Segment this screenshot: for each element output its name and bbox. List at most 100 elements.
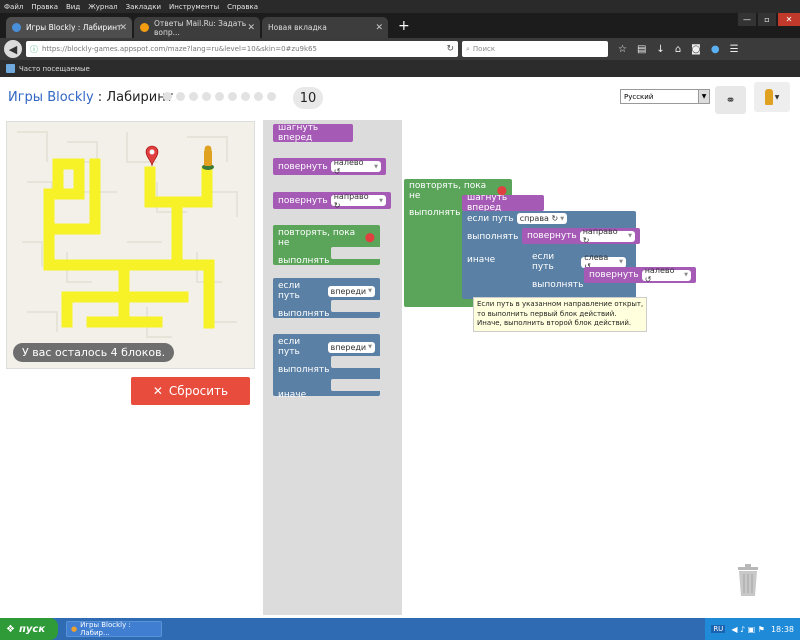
close-tab-icon[interactable]: ✕ — [119, 23, 127, 33]
page-title: Игры Blockly : Лабиринт — [8, 90, 173, 105]
search-input[interactable]: ⌕ Поиск — [462, 41, 608, 57]
language-value: Русский — [624, 92, 654, 101]
language-select[interactable]: Русский ▼ — [620, 89, 710, 104]
address-bar[interactable]: ⓘ https://blockly-games.appspot.com/maze… — [26, 41, 458, 57]
path-dropdown[interactable]: справа ↻ ▼ — [516, 213, 568, 224]
tab-title: Новая вкладка — [268, 23, 327, 32]
search-placeholder: Поиск — [472, 45, 496, 53]
tab-blockly[interactable]: Игры Blockly : Лабиринт ✕ — [6, 17, 132, 38]
goal-marker-icon: ⬤ — [364, 233, 375, 243]
maximize-icon[interactable]: ▫ — [758, 13, 776, 26]
tooltip-line: то выполнить первый блок действий. — [477, 309, 617, 318]
menu-item[interactable]: Справка — [227, 3, 258, 11]
path-dropdown[interactable]: слева ↺▼ — [581, 253, 626, 271]
toolbox-turn-left-block[interactable]: повернуть налево ↺ ▼ — [273, 158, 386, 176]
start-button[interactable]: ❖ пуск — [0, 618, 58, 640]
path-dropdown[interactable]: впереди ▼ — [327, 341, 375, 353]
star-icon[interactable]: ☆ — [618, 44, 627, 55]
tab-title: Ответы Mail.Ru: Задать вопр... — [154, 18, 247, 37]
block-do-label: выполнять — [467, 232, 519, 242]
menu-item[interactable]: Закладки — [126, 3, 161, 11]
reset-button[interactable]: ✕ Сбросить — [131, 377, 250, 405]
games-link[interactable]: Игры Blockly — [8, 90, 94, 105]
close-tab-icon[interactable]: ✕ — [247, 23, 255, 33]
close-tab-icon[interactable]: ✕ — [375, 23, 383, 33]
clock: 18:38 — [770, 624, 794, 634]
menu-item[interactable]: Инструменты — [169, 3, 219, 11]
program-turn-right-block[interactable]: повернуть направо ↻ ▼ — [522, 227, 640, 245]
level-dot[interactable] — [163, 92, 172, 101]
minimize-icon[interactable]: — — [738, 13, 756, 26]
menu-item[interactable]: Журнал — [88, 3, 117, 11]
toolbox-if-else-block[interactable]: если путь впереди ▼ выполнять иначе — [273, 334, 381, 400]
lock-icon: ⓘ — [30, 44, 38, 54]
toolbox-turn-right-block[interactable]: повернуть направо ↻ ▼ — [273, 192, 391, 210]
block-label: если путь — [532, 252, 555, 272]
direction-dropdown[interactable]: налево ↺ ▼ — [330, 158, 381, 176]
pegman-button[interactable]: ▼ — [754, 82, 790, 112]
current-level-badge[interactable]: 10 — [293, 87, 323, 109]
block-label: шагнуть вперед — [467, 193, 508, 213]
level-dot[interactable] — [267, 92, 276, 101]
chevron-down-icon: ▼ — [619, 259, 623, 265]
block-do-label: выполнять — [532, 280, 584, 290]
tab-bar: Игры Blockly : Лабиринт ✕ Ответы Mail.Ru… — [0, 13, 800, 38]
tab-mailru[interactable]: Ответы Mail.Ru: Задать вопр... ✕ — [134, 17, 260, 38]
menu-icon[interactable]: ☰ — [730, 44, 739, 55]
level-dot[interactable] — [241, 92, 250, 101]
trash-icon[interactable] — [736, 563, 760, 597]
new-tab-icon[interactable]: + — [390, 17, 418, 38]
link-button[interactable]: ⚭ — [715, 86, 746, 114]
download-icon[interactable]: ↓ — [656, 44, 664, 55]
chevron-down-icon: ▼ — [698, 90, 709, 103]
dropdown-value: впереди — [330, 286, 367, 296]
level-dot[interactable] — [176, 92, 185, 101]
program-move-forward-block[interactable]: шагнуть вперед — [462, 193, 544, 213]
menu-item[interactable]: Правка — [31, 3, 58, 11]
direction-dropdown[interactable]: направо ↻ ▼ — [330, 192, 386, 210]
block-label: если путь — [467, 213, 514, 224]
back-arrow-icon[interactable]: ◀ — [4, 40, 22, 58]
block-else-label: иначе — [278, 390, 307, 400]
firefox-icon: ● — [71, 625, 78, 633]
nav-bar: ◀ ⓘ https://blockly-games.appspot.com/ma… — [0, 38, 800, 60]
level-dot[interactable] — [228, 92, 237, 101]
blockly-workspace[interactable]: шагнуть вперед повернуть налево ↺ ▼ повер… — [263, 120, 759, 615]
workspace-margin — [760, 120, 800, 615]
program-turn-left-block[interactable]: повернуть налево ↺ ▼ — [584, 266, 696, 284]
menu-item[interactable]: Файл — [4, 3, 23, 11]
dropdown-value: направо ↻ — [582, 227, 618, 245]
dropdown-value: налево ↺ — [333, 157, 364, 176]
level-dot[interactable] — [254, 92, 263, 101]
taskbar-window-item[interactable]: ● Игры Blockly : Лабир... — [66, 621, 162, 637]
reload-icon[interactable]: ↻ — [446, 44, 454, 54]
toolbox-if-block[interactable]: если путь впереди ▼ выполнять — [273, 278, 381, 319]
mailru-favicon-icon — [140, 23, 149, 32]
direction-dropdown[interactable]: налево ↺ ▼ — [641, 266, 691, 284]
chevron-down-icon: ▼ — [368, 344, 372, 350]
pocket-icon[interactable]: ◙ — [691, 44, 701, 55]
chevron-down-icon: ▼ — [368, 288, 372, 294]
level-dot[interactable] — [189, 92, 198, 101]
toolbar-icons: ☆ ▤ ↓ ⌂ ◙ ● ☰ — [618, 44, 739, 55]
reading-list-icon[interactable]: ▤ — [637, 44, 646, 55]
sync-icon[interactable]: ● — [711, 44, 720, 55]
menu-bar: Файл Правка Вид Журнал Закладки Инструменты Сп… — [0, 0, 800, 13]
block-slot — [331, 247, 381, 259]
path-dropdown[interactable]: впереди ▼ — [327, 285, 375, 297]
level-dot[interactable] — [202, 92, 211, 101]
block-do-label: выполнять — [278, 256, 330, 266]
direction-dropdown[interactable]: направо ↻ ▼ — [579, 227, 635, 245]
menu-item[interactable]: Вид — [66, 3, 80, 11]
toolbox-repeat-until-block[interactable]: повторять, пока не ⬤ выполнять — [273, 225, 381, 266]
window-close-icon[interactable]: ✕ — [778, 13, 800, 26]
tray-icons: ◀ ♪ ▣ ⚑ — [731, 624, 765, 634]
system-tray: RU ◀ ♪ ▣ ⚑ 18:38 — [705, 618, 800, 640]
bookmark-most-visited[interactable]: Часто посещаемые — [19, 65, 90, 73]
block-else-label: иначе — [467, 255, 496, 265]
level-dot[interactable] — [215, 92, 224, 101]
keyboard-language[interactable]: RU — [711, 625, 726, 633]
home-icon[interactable]: ⌂ — [675, 44, 681, 55]
toolbox-move-forward-block[interactable]: шагнуть вперед — [273, 123, 353, 143]
tab-new[interactable]: Новая вкладка ✕ — [262, 17, 388, 38]
